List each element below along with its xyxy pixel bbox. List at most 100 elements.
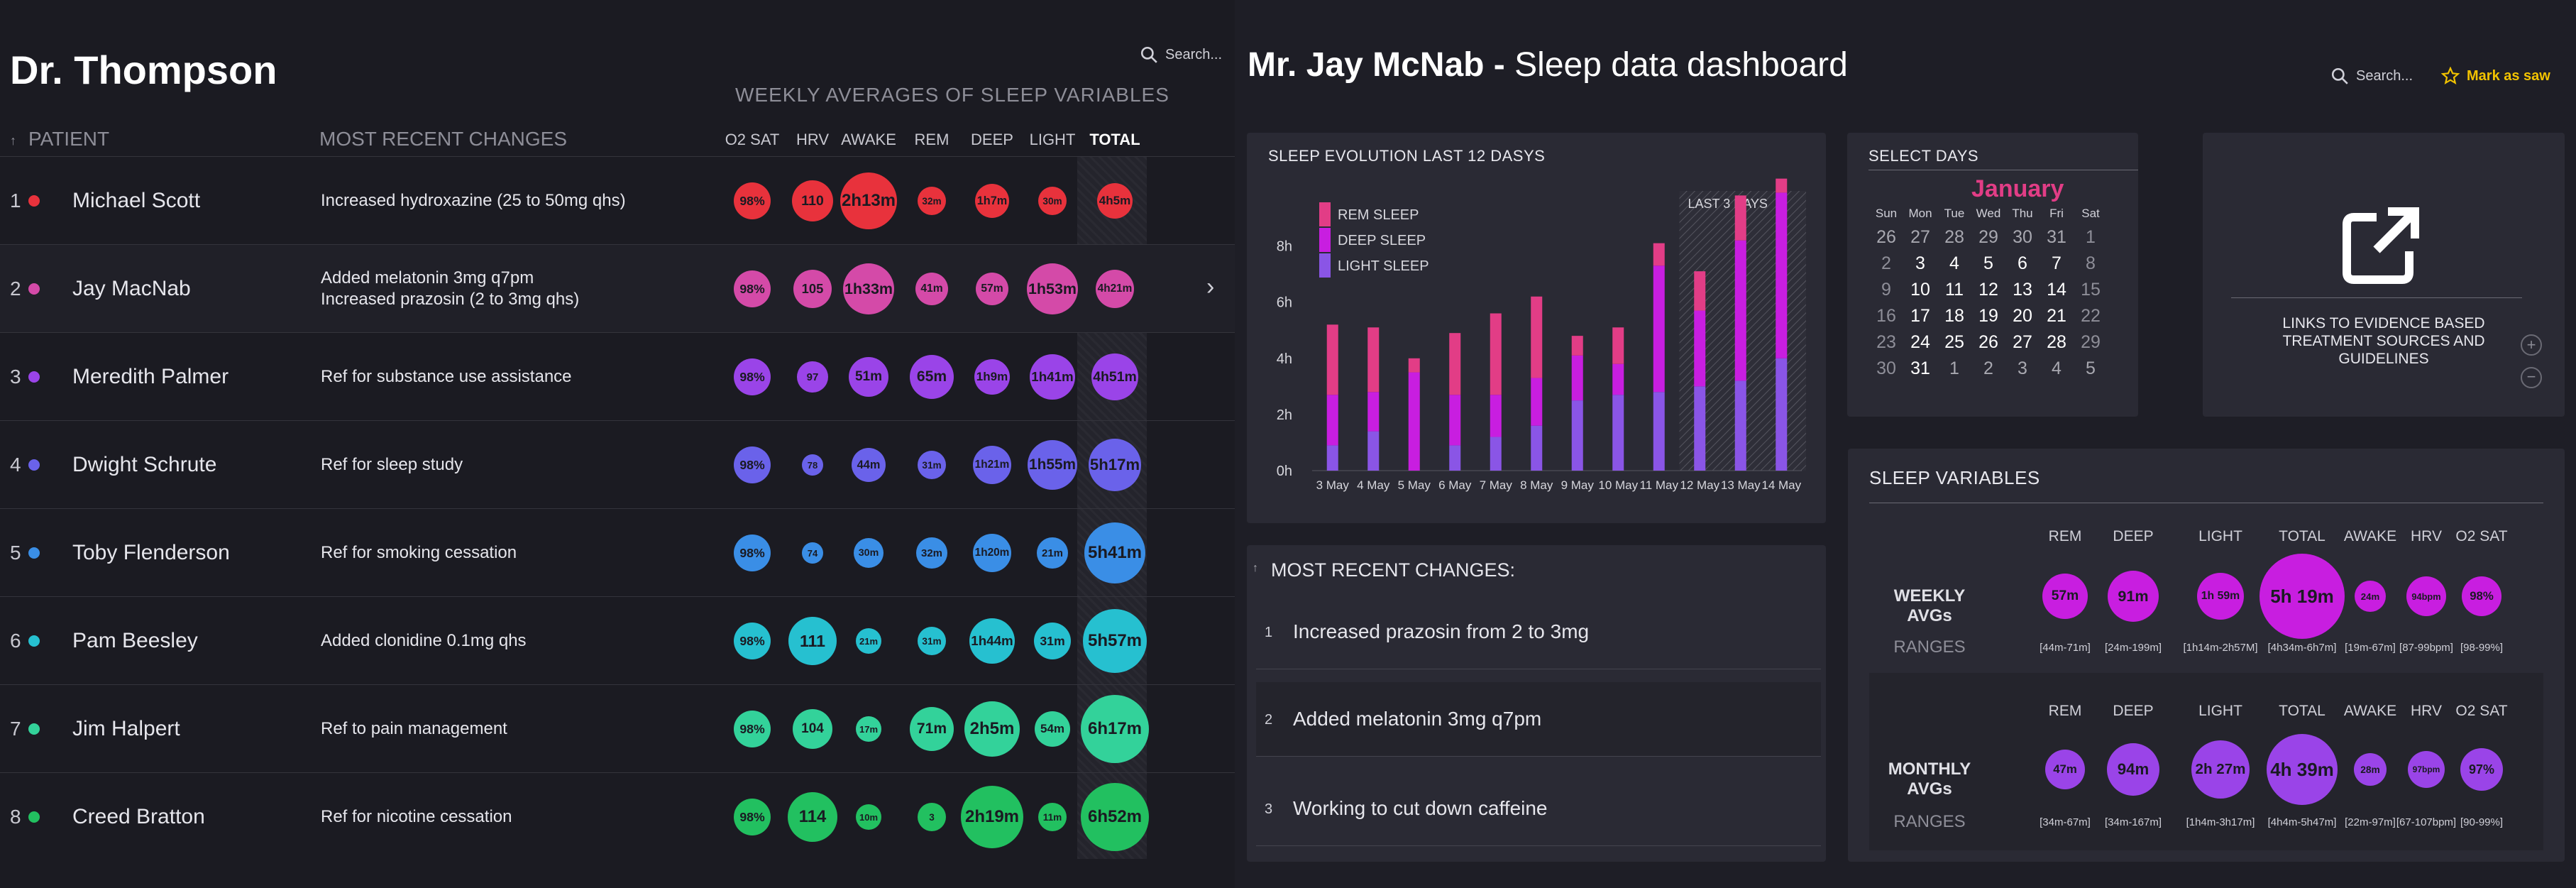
calendar-day[interactable]: 10 <box>1903 280 1938 300</box>
calendar-day[interactable]: 15 <box>2073 280 2108 300</box>
calendar-day[interactable]: 30 <box>1868 358 1904 379</box>
calendar-day[interactable]: 6 <box>2005 253 2040 274</box>
patient-name[interactable]: Jim Halpert <box>72 717 180 741</box>
patient-name[interactable]: Toby Flenderson <box>72 541 230 565</box>
value-bubble-total: 5h57m <box>1083 609 1147 673</box>
calendar-day[interactable]: 31 <box>1903 358 1938 379</box>
calendar-day[interactable]: 30 <box>2005 227 2040 248</box>
monthly-ranges-label: RANGES <box>1893 812 1966 831</box>
change-item[interactable]: 1 Increased prazosin from 2 to 3mg <box>1256 595 1821 669</box>
variable-header-awake[interactable]: AWAKE <box>840 131 897 149</box>
patient-row[interactable]: 1 Michael Scott Increased hydroxazine (25 … <box>0 156 1235 245</box>
variable-head: LIGHT <box>2198 703 2242 719</box>
evidence-links-card[interactable]: LINKS TO EVIDENCE BASED TREATMENT SOURCE… <box>2203 133 2565 417</box>
calendar-day[interactable]: 3 <box>1903 253 1938 274</box>
calendar-day[interactable]: 31 <box>2039 227 2074 248</box>
change-item[interactable]: 3 Working to cut down caffeine <box>1256 772 1821 846</box>
change-item[interactable]: 2 Added melatonin 3mg q7pm <box>1256 682 1821 757</box>
calendar-day[interactable]: 24 <box>1903 332 1938 353</box>
calendar-day[interactable]: 13 <box>2005 280 2040 300</box>
patient-name[interactable]: Dwight Schrute <box>72 453 216 477</box>
variable-header-hrv[interactable]: HRV <box>784 131 841 149</box>
calendar-day[interactable]: 21 <box>2039 306 2074 327</box>
patient-row[interactable]: 8 Creed Bratton Ref for nicotine cessation… <box>0 772 1235 861</box>
calendar-day[interactable]: 8 <box>2073 253 2108 274</box>
patient-column-header[interactable]: PATIENT <box>28 128 109 150</box>
calendar-day[interactable]: 3 <box>2005 358 2040 379</box>
calendar-day[interactable]: 5 <box>1971 253 2006 274</box>
chevron-right-icon[interactable]: › <box>1206 273 1214 301</box>
calendar-day[interactable]: 28 <box>1937 227 1972 248</box>
calendar-day[interactable]: 4 <box>1937 253 1972 274</box>
legend-label: LIGHT SLEEP <box>1338 258 1429 274</box>
zoom-out-icon[interactable]: − <box>2521 367 2542 388</box>
calendar-day[interactable]: 28 <box>2039 332 2074 353</box>
patient-row[interactable]: 7 Jim Halpert Ref to pain management 98% 104… <box>0 684 1235 773</box>
sort-arrow-icon[interactable]: ↑ <box>10 133 16 148</box>
patient-name[interactable]: Meredith Palmer <box>72 365 229 389</box>
calendar-day[interactable]: 29 <box>1971 227 2006 248</box>
value-bubble-light: 1h55m <box>1028 440 1077 490</box>
patient-row[interactable]: 4 Dwight Schrute Ref for sleep study 98% 78 4… <box>0 420 1235 509</box>
calendar-day[interactable]: 12 <box>1971 280 2006 300</box>
calendar-day[interactable]: 20 <box>2005 306 2040 327</box>
bar-segment-rem-sleep <box>1408 358 1420 373</box>
patient-name[interactable]: Pam Beesley <box>72 629 198 653</box>
calendar-day[interactable]: 25 <box>1937 332 1972 353</box>
changes-column-header[interactable]: MOST RECENT CHANGES <box>319 128 567 150</box>
mark-as-saw-button[interactable]: Mark as saw <box>2441 67 2550 85</box>
calendar-day[interactable]: 18 <box>1937 306 1972 327</box>
patient-row[interactable]: 2 Jay MacNab Added melatonin 3mg q7pm Incre… <box>0 244 1235 333</box>
variable-header-light[interactable]: LIGHT <box>1024 131 1081 149</box>
calendar-day[interactable]: 19 <box>1971 306 2006 327</box>
calendar-day[interactable]: 27 <box>1903 227 1938 248</box>
x-tick-label: 10 May <box>1598 478 1638 492</box>
calendar-day[interactable]: 4 <box>2039 358 2074 379</box>
variable-header-total[interactable]: TOTAL <box>1086 131 1143 149</box>
calendar-day[interactable]: 14 <box>2039 280 2074 300</box>
bar-segment-light-sleep <box>1490 437 1502 471</box>
calendar-day[interactable]: 22 <box>2073 306 2108 327</box>
calendar-day[interactable]: 26 <box>1971 332 2006 353</box>
bar-segment-deep-sleep <box>1571 355 1583 401</box>
month-title[interactable]: January <box>1971 175 2064 203</box>
patient-row[interactable]: 6 Pam Beesley Added clonidine 0.1mg qhs 98%… <box>0 596 1235 685</box>
patient-search[interactable]: Search... <box>1140 45 1222 64</box>
variable-header-deep[interactable]: DEEP <box>964 131 1020 149</box>
patient-name[interactable]: Creed Bratton <box>72 805 205 829</box>
calendar-day[interactable]: 7 <box>2039 253 2074 274</box>
calendar-day[interactable]: 29 <box>2073 332 2108 353</box>
calendar-day[interactable]: 16 <box>1868 306 1904 327</box>
variable-header-o2-sat[interactable]: O2 SAT <box>724 131 781 149</box>
variable-header-rem[interactable]: REM <box>903 131 960 149</box>
calendar-day[interactable]: 1 <box>2073 227 2108 248</box>
calendar-day[interactable]: 26 <box>1868 227 1904 248</box>
calendar-day[interactable]: 9 <box>1868 280 1904 300</box>
variable-head: O2 SAT <box>2455 703 2508 719</box>
change-number: 2 <box>1265 712 1273 728</box>
calendar-day[interactable]: 2 <box>1868 253 1904 274</box>
value-bubble-total: 4h21m <box>1096 270 1134 308</box>
bar-segment-rem-sleep <box>1367 327 1380 393</box>
patient-name[interactable]: Jay MacNab <box>72 277 191 301</box>
calendar-day[interactable]: 23 <box>1868 332 1904 353</box>
change-line: Ref for smoking cessation <box>321 543 517 562</box>
zoom-in-icon[interactable]: + <box>2521 334 2542 356</box>
calendar-day[interactable]: 27 <box>2005 332 2040 353</box>
external-link-icon[interactable] <box>2341 207 2419 285</box>
calendar-day[interactable]: 17 <box>1903 306 1938 327</box>
dashboard-search[interactable]: Search... <box>2330 67 2413 85</box>
monthly-range: [90-99%] <box>2460 816 2504 828</box>
sleep-evolution-chart: LAST 3 DAYS 0h 2h 4h 6h 8h 3 May 4 May 5 May 6 Ma… <box>1277 178 1806 492</box>
patient-row[interactable]: 5 Toby Flenderson Ref for smoking cessatio… <box>0 508 1235 597</box>
sort-arrow-icon[interactable]: ↑ <box>1253 562 1258 575</box>
change-text: Added melatonin 3mg q7pm <box>1293 708 1542 730</box>
calendar-day[interactable]: 5 <box>2073 358 2108 379</box>
calendar-day[interactable]: 1 <box>1937 358 1972 379</box>
calendar-day[interactable]: 11 <box>1937 280 1972 300</box>
x-tick-label: 8 May <box>1520 478 1553 492</box>
select-days-card: SELECT DAYS January Sun Mon Tue Wed Thu Fri Sa… <box>1847 133 2138 417</box>
patient-row[interactable]: 3 Meredith Palmer Ref for substance use as… <box>0 332 1235 421</box>
patient-name[interactable]: Michael Scott <box>72 189 200 213</box>
calendar-day[interactable]: 2 <box>1971 358 2006 379</box>
